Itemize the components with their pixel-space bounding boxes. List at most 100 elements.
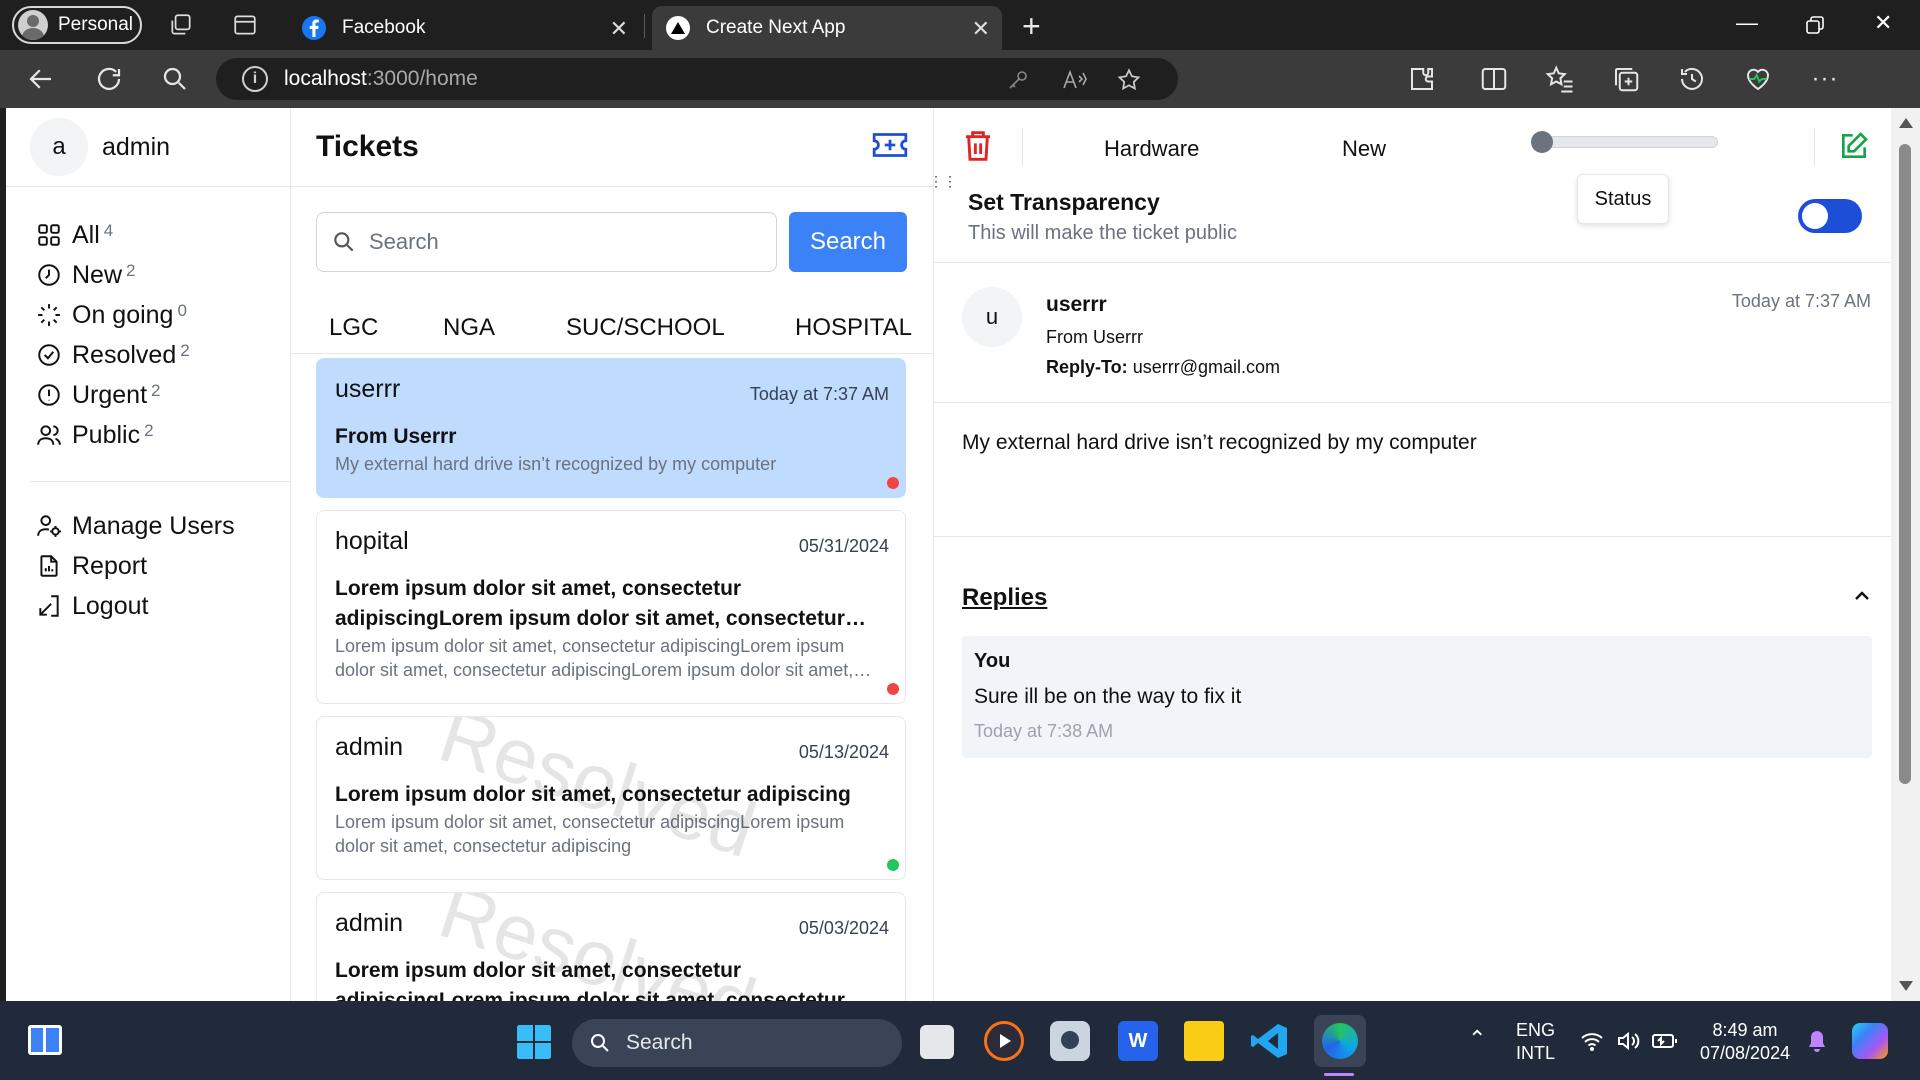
page-title: Tickets [316, 130, 419, 163]
tab-facebook[interactable]: Facebook ✕ [288, 6, 640, 50]
ticket-card[interactable]: hopital 05/31/2024 Lorem ipsum dolor sit… [316, 510, 906, 704]
page-scrollbar[interactable] [1891, 108, 1920, 1001]
avatar: a [30, 118, 88, 176]
ticket-card[interactable]: Resolved admin 05/13/2024 Lorem ipsum do… [316, 716, 906, 880]
reply-author: You [974, 650, 1011, 672]
toolbar-divider [1814, 128, 1815, 166]
user-header[interactable]: a admin [6, 108, 290, 187]
slider-handle[interactable] [1531, 131, 1553, 153]
filter-all[interactable]: All 4 [30, 215, 290, 255]
priority-slider[interactable] [1531, 131, 1718, 153]
close-tab-icon[interactable]: ✕ [972, 16, 990, 42]
system-clock[interactable]: 8:49 am 07/08/2024 [1700, 1019, 1790, 1065]
file-explorer-icon[interactable] [1184, 1021, 1224, 1061]
favorites-list-icon[interactable] [1545, 64, 1575, 94]
collections-icon[interactable] [1611, 64, 1641, 94]
browser-essentials-icon[interactable] [1743, 64, 1773, 94]
extensions-puzzle-icon[interactable] [1407, 64, 1437, 94]
transparency-description: This will make the ticket public [968, 222, 1237, 244]
reload-icon[interactable] [94, 64, 124, 94]
favorite-star-icon[interactable] [1116, 67, 1142, 93]
windows-start-icon[interactable] [516, 1024, 552, 1060]
ticket-card[interactable]: Resolved admin 05/03/2024 Lorem ipsum do… [316, 892, 906, 1001]
url-field[interactable]: i localhost:3000/home [216, 58, 1178, 100]
tab-create-next-app[interactable]: Create Next App ✕ [652, 6, 1002, 50]
status-dot [887, 477, 899, 489]
show-hidden-icons-chevron-icon[interactable]: ⌃ [1468, 1027, 1486, 1050]
app-page: a admin All 4 New 2 On going 0 Resolved [6, 108, 1891, 1001]
site-info-icon[interactable]: i [242, 66, 268, 92]
category-select[interactable]: Hardware [1104, 136, 1199, 162]
chevron-up-icon[interactable] [1850, 584, 1874, 608]
tab-nga[interactable]: NGA [443, 314, 495, 342]
replies-heading[interactable]: Replies [962, 584, 1047, 612]
taskbar-search[interactable]: Search [572, 1019, 902, 1067]
close-window-icon[interactable]: ✕ [1874, 10, 1892, 36]
word-icon[interactable]: W [1118, 1021, 1158, 1061]
search-placeholder: Search [369, 229, 439, 254]
volume-icon[interactable] [1616, 1031, 1640, 1051]
scrollbar-thumb[interactable] [1899, 144, 1911, 784]
notification-bell-icon[interactable] [1806, 1029, 1828, 1053]
sidebar-menu: Manage Users Report Logout [6, 506, 290, 626]
manage-users-link[interactable]: Manage Users [30, 506, 290, 546]
ticket-card[interactable]: userrr Today at 7:37 AM From Userrr My e… [316, 358, 906, 498]
camera-icon[interactable] [1050, 1021, 1090, 1061]
edit-icon[interactable] [1838, 130, 1870, 162]
filter-on-going[interactable]: On going 0 [30, 295, 290, 335]
scroll-up-icon[interactable] [1899, 118, 1913, 128]
more-options-icon[interactable]: ··· [1810, 64, 1840, 94]
filter-new[interactable]: New 2 [30, 255, 290, 295]
ticket-timestamp: Today at 7:37 AM [1731, 291, 1871, 311]
read-aloud-icon[interactable] [1062, 68, 1088, 92]
logout-link[interactable]: Logout [30, 586, 290, 626]
reply-to-email[interactable]: userrr@gmail.com [1133, 357, 1280, 377]
filter-urgent[interactable]: Urgent 2 [30, 375, 290, 415]
search-icon[interactable] [160, 64, 190, 94]
ticket-date: 05/13/2024 [798, 742, 889, 762]
search-button[interactable]: Search [789, 212, 907, 272]
trash-icon[interactable] [962, 128, 994, 164]
wifi-icon[interactable] [1580, 1031, 1604, 1051]
key-icon[interactable] [1006, 68, 1030, 92]
tab-suc-school[interactable]: SUC/SCHOOL [566, 314, 725, 342]
status-select[interactable]: New [1342, 136, 1386, 162]
minimize-icon[interactable]: — [1736, 10, 1758, 36]
search-input[interactable]: Search [316, 212, 777, 272]
close-tab-icon[interactable]: ✕ [610, 16, 628, 42]
transparency-toggle[interactable] [1798, 199, 1862, 233]
file-report-icon [40, 555, 58, 577]
split-screen-icon[interactable] [1479, 64, 1509, 94]
sender-avatar: u [962, 287, 1022, 347]
filter-list: All 4 New 2 On going 0 Resolved 2 Urgent [6, 187, 290, 455]
copilot-icon[interactable] [1852, 1023, 1888, 1059]
history-icon[interactable] [1677, 64, 1707, 94]
profile-button[interactable]: Personal [12, 6, 142, 44]
tab-actions-icon[interactable] [232, 12, 258, 38]
new-ticket-icon[interactable] [871, 128, 909, 162]
tab-lgc[interactable]: LGC [329, 314, 378, 342]
task-view-icon[interactable] [920, 1025, 954, 1059]
ticket-subject: Lorem ipsum dolor sit amet, consectetur … [335, 783, 851, 806]
back-arrow-icon[interactable] [26, 64, 56, 94]
tab-hospital[interactable]: HOSPITAL [795, 314, 912, 342]
language-indicator[interactable]: ENG INTL [1516, 1019, 1555, 1065]
ticket-subject: Lorem ipsum dolor sit amet, consectetur … [335, 577, 845, 630]
menu-label: Manage Users [72, 511, 235, 540]
ticket-list-header: Tickets [291, 108, 933, 187]
media-player-icon[interactable] [984, 1021, 1024, 1061]
new-tab-button[interactable]: + [1022, 8, 1041, 45]
filter-public[interactable]: Public 2 [30, 415, 290, 455]
scroll-down-icon[interactable] [1899, 981, 1913, 991]
grid-icon [38, 224, 60, 246]
filter-resolved[interactable]: Resolved 2 [30, 335, 290, 375]
battery-icon[interactable] [1652, 1033, 1678, 1049]
sidebar: a admin All 4 New 2 On going 0 Resolved [6, 108, 291, 1001]
report-link[interactable]: Report [30, 546, 290, 586]
edge-icon[interactable] [1314, 1015, 1366, 1067]
widgets-icon[interactable] [28, 1025, 62, 1057]
restore-icon[interactable] [1806, 16, 1824, 34]
transparency-title: Set Transparency [968, 189, 1160, 215]
vscode-icon[interactable] [1250, 1021, 1290, 1061]
workspaces-icon[interactable] [168, 12, 194, 38]
